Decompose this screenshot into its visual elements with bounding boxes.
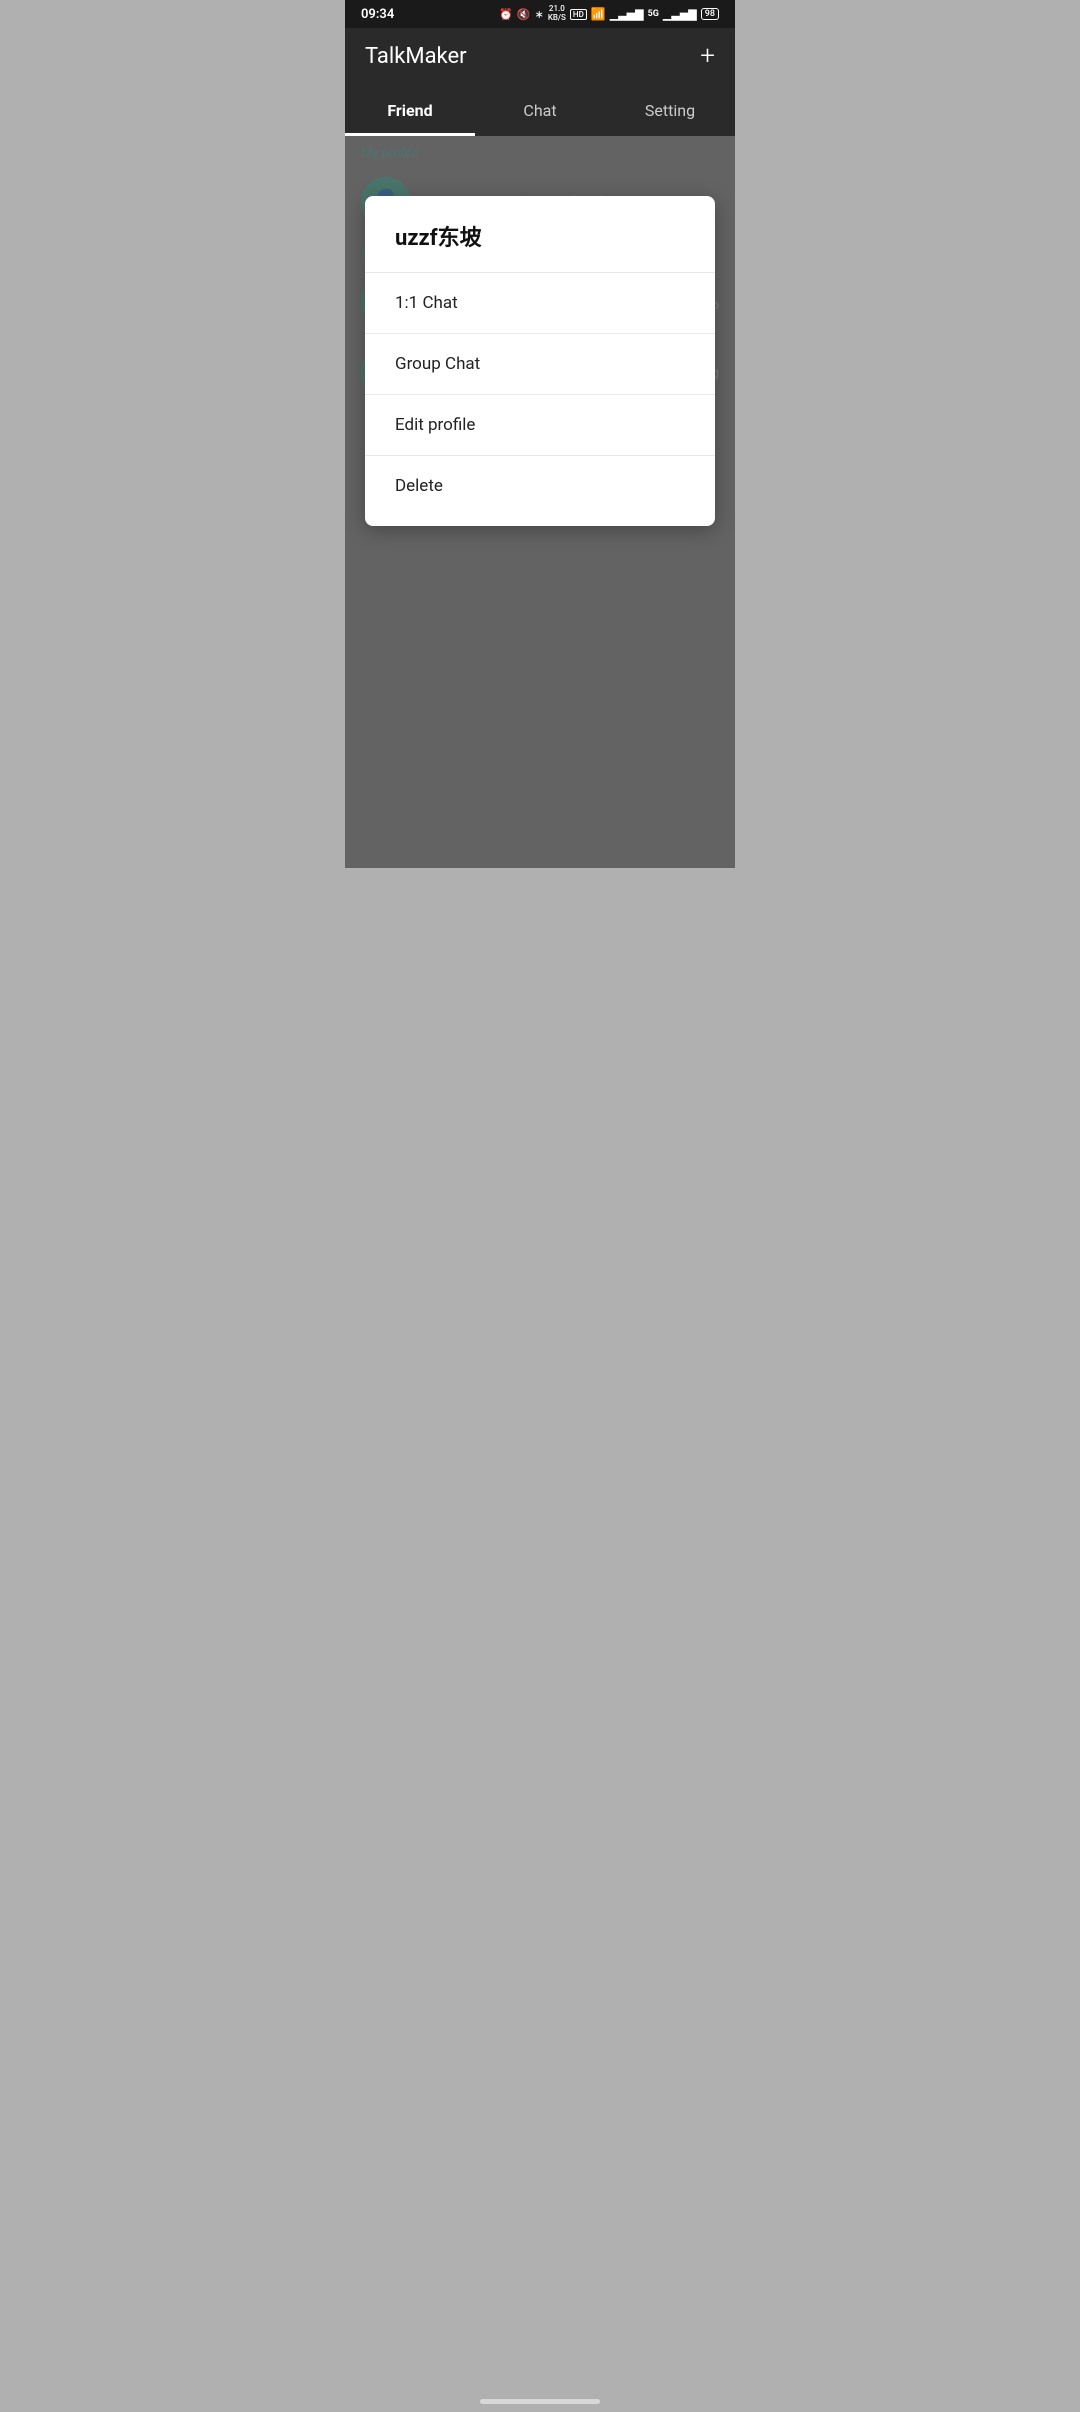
- main-content: My profile 👤 Set as 'ME' in friends. (Ed…: [345, 136, 735, 868]
- menu-item-group-chat[interactable]: Group Chat: [365, 334, 715, 394]
- menu-username: uzzf东坡: [365, 216, 715, 272]
- add-button[interactable]: +: [700, 41, 715, 71]
- tab-friend[interactable]: Friend: [345, 84, 475, 136]
- 5g-label: 5G: [648, 9, 659, 19]
- battery-icon: 98: [701, 8, 719, 20]
- data-speed: 21.0KB/S: [548, 5, 566, 23]
- hd-badge: HD: [570, 9, 587, 20]
- tab-chat[interactable]: Chat: [475, 84, 605, 136]
- alarm-icon: ⏰: [499, 8, 513, 21]
- status-icons: ⏰ 🔇 ∗ 21.0KB/S HD 📶 ▁▃▅▇ 5G ▁▃▅▇ 98: [499, 5, 719, 23]
- mute-icon: 🔇: [517, 8, 531, 21]
- signal-icon-1: ▁▃▅▇: [610, 8, 644, 21]
- menu-item-1-1-chat[interactable]: 1:1 Chat: [365, 273, 715, 333]
- context-menu: uzzf东坡 1:1 Chat Group Chat Edit profile …: [365, 196, 715, 526]
- tab-setting[interactable]: Setting: [605, 84, 735, 136]
- menu-item-delete[interactable]: Delete: [365, 456, 715, 516]
- bluetooth-icon: ∗: [535, 8, 544, 21]
- status-time: 09:34: [361, 7, 394, 22]
- tab-bar: Friend Chat Setting: [345, 84, 735, 136]
- home-indicator: [480, 2399, 600, 2404]
- app-header: TalkMaker +: [345, 28, 735, 84]
- app-title: TalkMaker: [365, 44, 467, 69]
- signal-icon-2: ▁▃▅▇: [663, 8, 697, 21]
- status-bar: 09:34 ⏰ 🔇 ∗ 21.0KB/S HD 📶 ▁▃▅▇ 5G ▁▃▅▇ 9…: [345, 0, 735, 28]
- menu-item-edit-profile[interactable]: Edit profile: [365, 395, 715, 455]
- wifi-icon: 📶: [591, 7, 606, 21]
